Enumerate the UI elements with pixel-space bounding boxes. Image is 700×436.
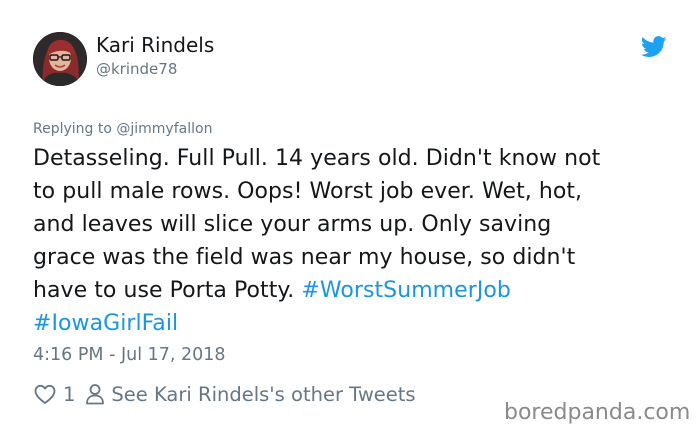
tweet-line: and leaves will slice your arms up. Only… [33, 212, 552, 237]
heart-icon[interactable] [33, 382, 57, 406]
tweet-actions: 1 See Kari Rindels's other Tweets [33, 380, 416, 408]
tweet-line: have to use Porta Potty. #WorstSummerJob [33, 274, 673, 307]
tweet-line: #IowaGirlFail [33, 307, 673, 340]
author-display-name[interactable]: Kari Rindels [96, 33, 214, 57]
tweet-card: Kari Rindels @krinde78 Replying to @jimm… [0, 0, 700, 436]
hashtag-link[interactable]: #IowaGirlFail [33, 311, 178, 336]
watermark: boredpanda.com [504, 400, 691, 425]
avatar-image [33, 32, 87, 86]
tweet-line: Detasseling. Full Pull. 14 years old. Di… [33, 146, 601, 171]
tweet-line-text: have to use Porta Potty. [33, 278, 302, 303]
person-icon [85, 382, 105, 406]
avatar[interactable] [33, 32, 87, 86]
tweet-line: grace was the field was near my house, s… [33, 245, 576, 270]
tweet-line: to pull male rows. Oops! Worst job ever.… [33, 179, 583, 204]
replying-to[interactable]: Replying to @jimmyfallon [33, 120, 212, 138]
tweet-timestamp[interactable]: 4:16 PM - Jul 17, 2018 [33, 344, 226, 366]
author-handle[interactable]: @krinde78 [96, 60, 177, 78]
like-count: 1 [63, 382, 76, 406]
twitter-bird-icon[interactable] [640, 36, 667, 58]
hashtag-link[interactable]: #WorstSummerJob [301, 278, 511, 303]
see-other-tweets-link[interactable]: See Kari Rindels's other Tweets [111, 383, 415, 406]
tweet-text: Detasseling. Full Pull. 14 years old. Di… [33, 142, 673, 340]
